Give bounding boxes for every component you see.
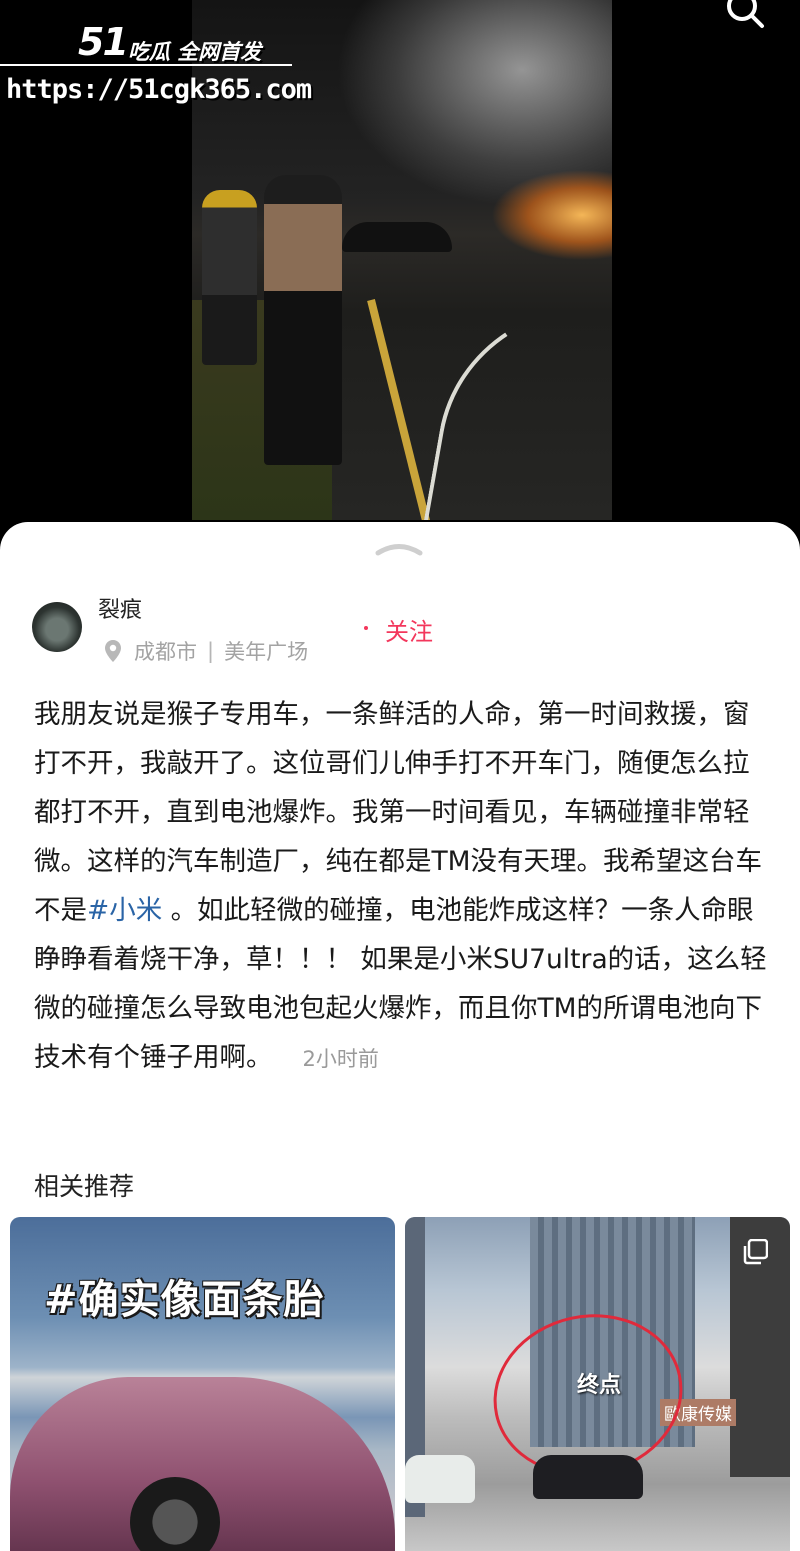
watermark-tagline: 吃瓜 全网首发	[128, 40, 262, 64]
follow-button[interactable]: 关注	[385, 612, 433, 647]
related-recommendations-title: 相关推荐	[34, 1172, 135, 1201]
photo-road-line	[367, 299, 433, 520]
watermark-url: https://51cgk365.com	[6, 74, 312, 105]
card-overlay-text: #确实像面条胎	[44, 1277, 325, 1323]
location-pin-icon	[105, 640, 121, 662]
location-separator: |	[207, 639, 215, 663]
site-watermark: 51 吃瓜 全网首发 https://51cgk365.com	[0, 8, 312, 108]
photo-firefighter	[202, 190, 257, 365]
author-location[interactable]: 成都市 | 美年广场	[104, 636, 308, 666]
photo-burning-car	[342, 222, 452, 252]
watermark-logo: 51	[78, 20, 129, 64]
search-button[interactable]	[722, 0, 770, 34]
location-place: 美年广场	[224, 640, 309, 664]
multi-image-icon	[743, 1239, 768, 1265]
post-media[interactable]: 51 吃瓜 全网首发 https://51cgk365.com	[0, 0, 800, 560]
recommend-card[interactable]: 歐康传媒 终点	[405, 1217, 790, 1551]
post-text-part-1: 我朋友说是猴子专用车，一条鲜活的人命，第一时间救援，窗打不开，我敲开了。这位哥们…	[34, 699, 763, 926]
card-white-car	[405, 1455, 475, 1503]
author-name[interactable]: 裂痕	[98, 592, 142, 624]
sheet-handle[interactable]	[374, 538, 424, 556]
photo-fire-hose	[421, 277, 612, 520]
watermark-divider	[0, 64, 292, 66]
post-hashtag[interactable]: #小米	[87, 895, 162, 926]
chevron-up-icon	[375, 544, 423, 556]
location-city: 成都市	[134, 640, 197, 664]
post-body: 我朋友说是猴子专用车，一条鲜活的人命，第一时间救援，窗打不开，我敲开了。这位哥们…	[34, 690, 774, 1084]
follow-dot	[364, 626, 368, 630]
post-detail-sheet: 裂痕 成都市 | 美年广场 关注 我朋友说是猴子专用车，一条鲜活的人命，第一时间…	[0, 522, 800, 1551]
post-time: 2小时前	[302, 1047, 379, 1071]
recommend-card[interactable]: #确实像面条胎	[10, 1217, 395, 1551]
author-avatar[interactable]	[32, 602, 82, 652]
search-icon	[727, 0, 764, 28]
photo-bystander	[264, 175, 342, 465]
card-black-car	[533, 1455, 643, 1499]
card-end-label: 终点	[577, 1373, 622, 1398]
